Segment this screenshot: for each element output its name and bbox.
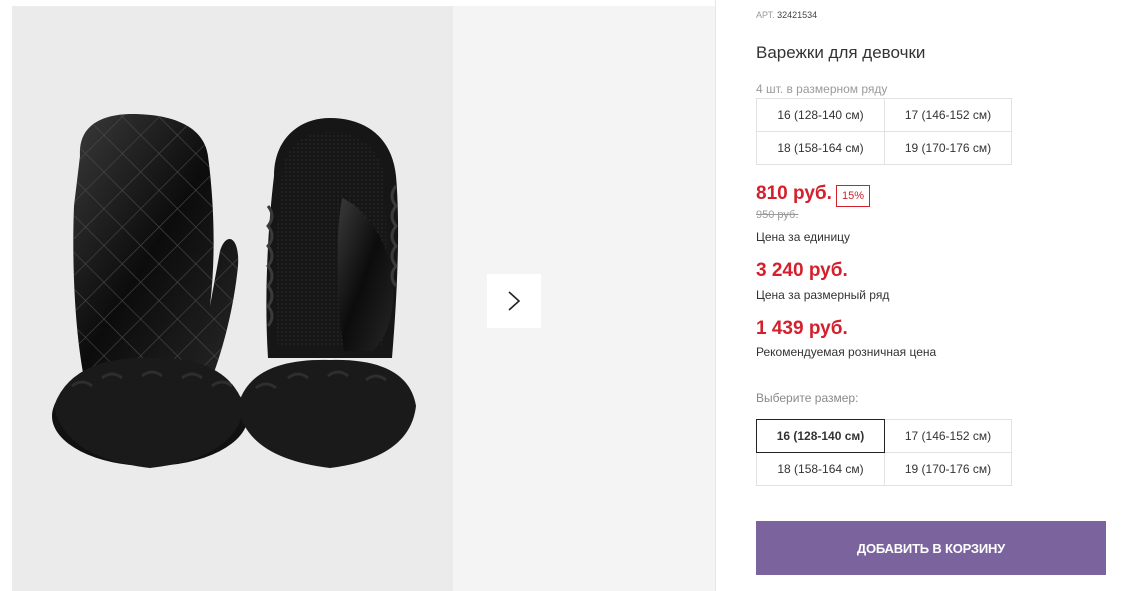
retail-price-caption: Рекомендуемая розничная цена	[756, 345, 937, 359]
pack-size-cell: 17 (146-152 см)	[884, 98, 1012, 132]
gallery-next-button[interactable]	[487, 274, 541, 328]
right-mitten	[238, 118, 416, 468]
sku-value: 32421534	[777, 10, 818, 20]
column-divider	[715, 0, 716, 591]
unit-price-caption: Цена за единицу	[756, 230, 851, 244]
set-price: 3 240 руб.	[756, 260, 848, 281]
unit-price: 810 руб.	[756, 183, 832, 204]
product-image-mittens[interactable]	[12, 6, 453, 591]
pack-size-grid: 16 (128-140 см) 17 (146-152 см) 18 (158-…	[756, 98, 1012, 165]
size-select-label: Выберите размер:	[756, 391, 859, 405]
pack-note: 4 шт. в размерном ряду	[756, 82, 888, 96]
sku-label: АРТ.	[756, 10, 775, 20]
pack-size-cell: 18 (158-164 см)	[756, 131, 885, 165]
pack-size-cell: 19 (170-176 см)	[884, 131, 1012, 165]
old-price: 950 руб.	[756, 209, 799, 221]
size-option-18[interactable]: 18 (158-164 см)	[756, 452, 885, 486]
size-option-19[interactable]: 19 (170-176 см)	[884, 452, 1012, 486]
size-option-17[interactable]: 17 (146-152 см)	[884, 419, 1012, 453]
mittens-illustration	[52, 114, 416, 468]
chevron-right-icon	[508, 291, 521, 311]
product-title: Варежки для девочки	[756, 43, 926, 62]
add-to-cart-button[interactable]: ДОБАВИТЬ В КОРЗИНУ	[756, 521, 1106, 575]
retail-price: 1 439 руб.	[756, 318, 848, 339]
left-mitten	[52, 114, 248, 468]
product-gallery	[12, 6, 716, 591]
discount-badge: 15%	[836, 185, 870, 207]
sku: АРТ. 32421534	[756, 10, 817, 20]
pack-size-cell: 16 (128-140 см)	[756, 98, 885, 132]
product-page: АРТ. 32421534 Варежки для девочки 4 шт. …	[0, 0, 1128, 591]
size-selector: 16 (128-140 см) 17 (146-152 см) 18 (158-…	[756, 419, 1012, 486]
size-option-16[interactable]: 16 (128-140 см)	[756, 419, 885, 453]
set-price-caption: Цена за размерный ряд	[756, 288, 890, 302]
